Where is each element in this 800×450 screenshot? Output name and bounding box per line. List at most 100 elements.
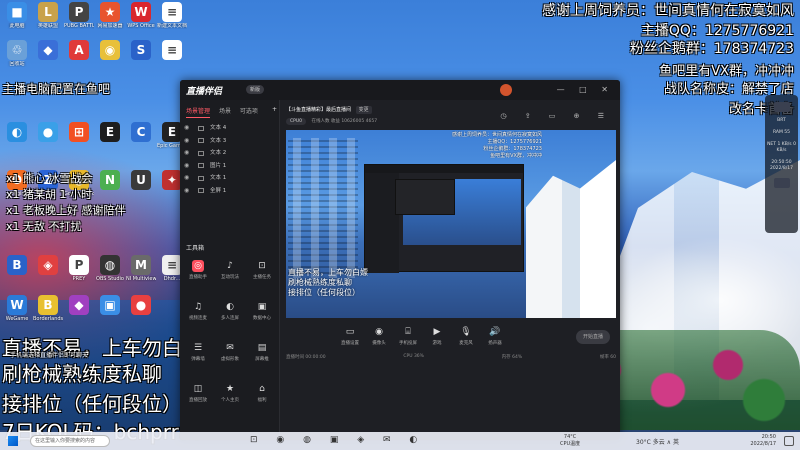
tool-button[interactable]: ▣ 数据中心	[246, 301, 278, 321]
desktop-icon[interactable]: ≡	[157, 40, 187, 61]
desktop-icon[interactable]: ◐	[2, 122, 32, 143]
eye-icon[interactable]: ◉	[184, 185, 192, 197]
scene-item[interactable]: ◉ 图片 1	[184, 160, 276, 173]
tab-scene[interactable]: 场景	[219, 108, 231, 115]
system-tray[interactable]: 30°C 多云 ∧ 英	[636, 437, 679, 446]
taskbar-apps[interactable]: ⊡ ◉ ◍ ▣ ◈ ✉ ◐	[250, 435, 425, 445]
desktop-icon[interactable]: ◍ OBS Studio	[95, 255, 125, 282]
bottom-tool-button[interactable]: ⌸ 手机投屏	[394, 326, 422, 346]
desktop-icon[interactable]: ●	[33, 122, 63, 143]
header-icons[interactable]: ◷ ⇪ ▭ ⊕ ☰	[500, 112, 612, 120]
bottom-tool-icon: ◉	[375, 327, 383, 337]
bottom-tool-icon: 🎙	[460, 327, 472, 337]
desktop-icon[interactable]: M NI Multiview	[126, 255, 156, 282]
lock-icon[interactable]	[198, 138, 204, 144]
add-scene-button[interactable]: +	[272, 106, 277, 113]
app-icon: ◉	[100, 40, 120, 60]
room-edit-button[interactable]: 变更	[355, 106, 372, 114]
desktop-icon[interactable]: W WPS Office	[126, 2, 156, 29]
desktop-icon[interactable]: B	[2, 255, 32, 276]
tool-button[interactable]: ⌂ 福利	[246, 383, 278, 403]
start-live-button[interactable]: 开始直播	[576, 330, 610, 344]
scene-item[interactable]: ◉ 文本 3	[184, 135, 276, 148]
desktop-icon[interactable]: ◉	[95, 40, 125, 61]
lock-icon[interactable]	[198, 150, 204, 156]
desktop-icon[interactable]: S	[126, 40, 156, 61]
desktop-icon[interactable]: ★ 网易加速器	[95, 2, 125, 29]
eye-icon[interactable]: ◉	[184, 135, 192, 147]
tool-icon: ◐	[226, 302, 234, 312]
clock[interactable]: 20:50 2022/8/17	[750, 434, 776, 448]
app-icon: ◆	[38, 40, 58, 60]
gift-line: x1 无敌 不打扰	[6, 220, 82, 233]
bottom-tool-button[interactable]: ▶ 游戏	[423, 326, 451, 346]
tab-scenes[interactable]: 场景管理	[186, 108, 211, 118]
bottom-tool-button[interactable]: ◉ 摄像头	[365, 326, 393, 346]
bottom-tool-button[interactable]: ▭ 直播设置	[336, 326, 364, 346]
window-titlebar[interactable]: 直播伴侣 新版 — □ ✕	[180, 80, 620, 100]
avatar[interactable]	[500, 84, 512, 96]
version-badge[interactable]: 新版	[246, 85, 265, 94]
desktop-icon[interactable]: L 英雄联盟	[33, 2, 63, 29]
desktop-icon[interactable]: E	[95, 122, 125, 143]
desktop-icon[interactable]: ≡新建文本文档.txt	[157, 2, 187, 29]
desktop-icon[interactable]: ■ 此电脑	[2, 2, 32, 29]
search-input[interactable]: 在这里输入你要搜索的内容	[30, 435, 110, 447]
desktop-icon[interactable]: A	[64, 40, 94, 61]
lock-icon[interactable]	[198, 163, 204, 169]
tool-button[interactable]: ♪ 互动玩法	[214, 260, 246, 280]
tool-button[interactable]: ◫ 直播回放	[182, 383, 214, 403]
desktop-icon[interactable]: BBorderlands 3	[33, 295, 63, 322]
bottom-tool-button[interactable]: 🔊 扬声器	[481, 326, 509, 346]
tool-button[interactable]: ◐ 多人连屏	[214, 301, 246, 321]
tool-button[interactable]: ▤ 屏幕推	[246, 342, 278, 362]
tool-button[interactable]: ♫ 视频连麦	[182, 301, 214, 321]
stream-preview[interactable]: 感谢上周饲养员：世间真情何在寂寞如风 主播QQ：1275776921 粉丝企鹅群：1…	[286, 130, 616, 318]
desktop-icon[interactable]: ◆	[33, 40, 63, 61]
windows-start-icon[interactable]	[8, 436, 18, 446]
desktop-icon[interactable]: ⊞	[64, 122, 94, 143]
desktop-icon[interactable]: ◆	[64, 295, 94, 316]
desktop-icon-label: 此电脑	[9, 23, 25, 29]
bottom-tool-button[interactable]: 🎙 麦克风	[452, 326, 480, 346]
scene-item[interactable]: ◉ 全屏 1	[184, 185, 276, 198]
scene-item[interactable]: ◉ 文本 2	[184, 147, 276, 160]
lock-icon[interactable]	[198, 175, 204, 181]
tool-button[interactable]: ☰ 弹幕墙	[182, 342, 214, 362]
desktop-icon[interactable]: ▣	[95, 295, 125, 316]
scene-item[interactable]: ◉ 文本 1	[184, 172, 276, 185]
eye-icon[interactable]: ◉	[184, 172, 192, 184]
widget-toggle[interactable]	[773, 102, 790, 112]
eye-icon[interactable]: ◉	[184, 147, 192, 159]
lock-icon[interactable]	[198, 188, 204, 194]
desktop-icon[interactable]: P PREY	[64, 255, 94, 282]
desktop-icon[interactable]: PPUBG BATTLEGR...	[64, 2, 94, 29]
desktop-icon-label: OBS Studio	[96, 276, 124, 282]
app-icon: L	[38, 2, 58, 22]
notification-icon[interactable]	[784, 436, 794, 446]
eye-icon[interactable]: ◉	[184, 160, 192, 172]
tab-options[interactable]: 可选项	[240, 108, 258, 115]
desktop-icon[interactable]: N	[95, 170, 125, 191]
desktop-icon[interactable]: ●	[126, 295, 156, 316]
cpu-temp[interactable]: 74°C CPU温度	[560, 434, 580, 448]
preview-overlay-line: 鱼吧里有VX群，冲冲冲	[490, 153, 542, 159]
desktop-icon[interactable]: ♲ 回收站	[2, 40, 32, 67]
tool-button[interactable]: ◎ 直播助手	[182, 260, 214, 280]
tool-button[interactable]: ⊡ 主播任务	[246, 260, 278, 280]
app-logo: 直播伴侣	[186, 87, 223, 97]
widget-settings[interactable]	[773, 178, 790, 188]
desktop-icon[interactable]: U	[126, 170, 156, 191]
system-monitor-widget[interactable]: BRT RAM 55 NET 1 KB/s 0 KB/s 20:50:50 2022/…	[765, 95, 798, 233]
tool-button[interactable]: ★ 个人主页	[214, 383, 246, 403]
desktop-icon[interactable]: ◈	[33, 255, 63, 276]
desktop-icon-label: WeGame	[5, 316, 29, 322]
lock-icon[interactable]	[198, 125, 204, 131]
desktop-icon[interactable]: C	[126, 122, 156, 143]
window-controls[interactable]: — □ ✕	[557, 85, 614, 94]
desktop-icon[interactable]: W WeGame	[2, 295, 32, 322]
eye-icon[interactable]: ◉	[184, 122, 192, 134]
app-icon: B	[7, 255, 27, 275]
scene-item[interactable]: ◉ 文本 4	[184, 122, 276, 135]
tool-button[interactable]: ✉ 虚拟形象	[214, 342, 246, 362]
